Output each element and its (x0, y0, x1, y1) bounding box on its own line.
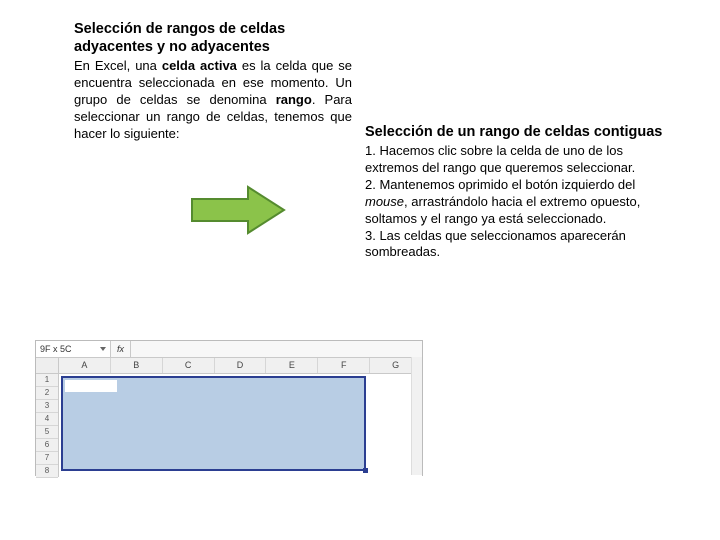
col-C: C (163, 358, 215, 373)
left-paragraph: En Excel, una celda activa es la celda q… (74, 58, 352, 142)
select-all-corner (36, 358, 59, 373)
excel-screenshot: 9F x 5C fx A B C D E F G 1 2 3 4 5 6 7 8 (35, 340, 423, 476)
col-D: D (215, 358, 267, 373)
column-headers: A B C D E F G (36, 358, 422, 374)
step-2: 2. Mantenemos oprimido el botón izquierd… (365, 177, 665, 228)
left-column: Selección de rangos de celdas adyacentes… (74, 20, 352, 143)
row-2: 2 (36, 387, 58, 400)
step-3: 3. Las celdas que seleccionamos aparecer… (365, 228, 665, 262)
vertical-scrollbar (411, 357, 422, 475)
formula-bar: 9F x 5C fx (36, 341, 422, 358)
row-4: 4 (36, 413, 58, 426)
text: , arrastrándolo hacia el extremo opuesto… (365, 194, 640, 226)
term-celda-activa: celda activa (162, 58, 237, 73)
right-column: Selección de un rango de celdas contigua… (365, 123, 665, 261)
row-1: 1 (36, 374, 58, 387)
term-mouse: mouse (365, 194, 404, 209)
text: En Excel, una (74, 58, 162, 73)
row-headers: 1 2 3 4 5 6 7 8 (36, 374, 59, 477)
selected-range (61, 376, 366, 471)
fill-handle-icon (363, 468, 368, 473)
active-cell (65, 380, 117, 392)
right-heading: Selección de un rango de celdas contigua… (365, 123, 665, 141)
row-7: 7 (36, 452, 58, 465)
col-A: A (59, 358, 111, 373)
col-B: B (111, 358, 163, 373)
fx-label: fx (111, 341, 131, 357)
cell-grid (59, 374, 422, 477)
step-1: 1. Hacemos clic sobre la celda de uno de… (365, 143, 665, 177)
text: 2. Mantenemos oprimido el botón izquierd… (365, 177, 635, 192)
sheet-body: 1 2 3 4 5 6 7 8 (36, 374, 422, 477)
row-6: 6 (36, 439, 58, 452)
arrow-right-icon (190, 185, 286, 235)
term-rango: rango (276, 92, 312, 107)
row-8: 8 (36, 465, 58, 478)
col-E: E (266, 358, 318, 373)
col-F: F (318, 358, 370, 373)
row-5: 5 (36, 426, 58, 439)
row-3: 3 (36, 400, 58, 413)
name-box: 9F x 5C (36, 341, 111, 357)
left-heading: Selección de rangos de celdas adyacentes… (74, 20, 352, 56)
